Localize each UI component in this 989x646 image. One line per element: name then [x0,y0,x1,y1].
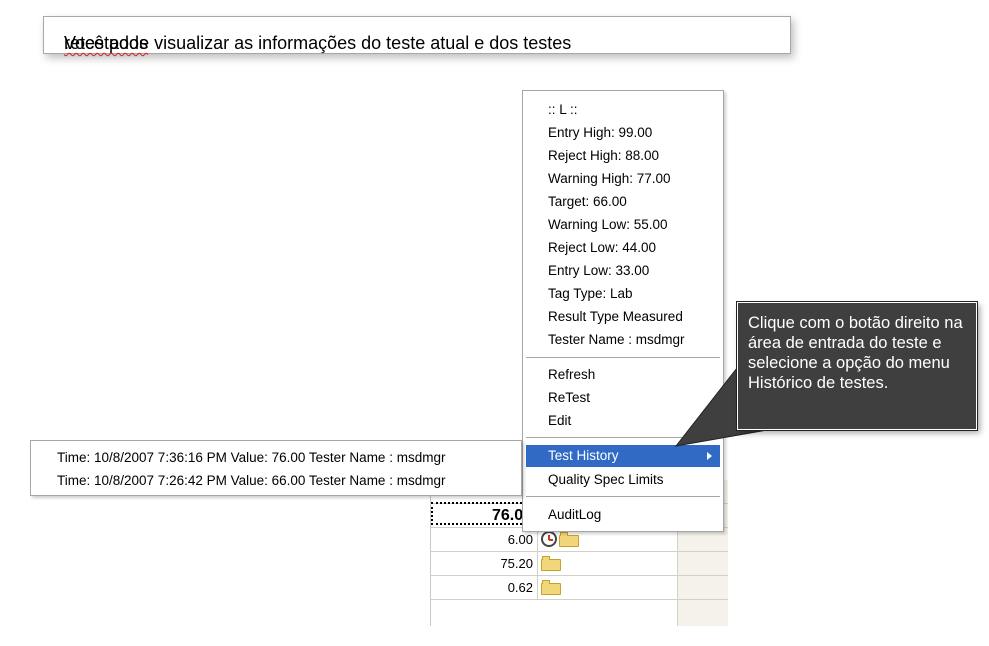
menu-item-label: Refresh [548,367,596,382]
menu-info-tag-type: Tag Type: Lab [548,286,633,301]
menu-item-label: AuditLog [548,507,602,522]
menu-info-result-type: Result Type Measured [548,309,683,324]
menu-item-auditlog[interactable]: AuditLog [526,504,720,526]
menu-info-target: Target: 66.00 [548,194,627,209]
menu-info-entry-high: Entry High: 99.00 [548,125,653,140]
menu-separator [526,437,720,438]
menu-info-warning-low: Warning Low: 55.00 [548,217,668,232]
grid-row-icons [541,578,561,598]
menu-info-reject-low: Reject Low: 44.00 [548,240,657,255]
menu-separator [526,496,720,497]
grid-value-cell[interactable]: 75.20 [431,552,538,575]
grid-row-icons [541,554,561,574]
menu-info-reject-high: Reject High: 88.00 [548,148,660,163]
banner-text-misspelled: retestados [64,33,149,53]
clock-icon[interactable] [541,531,557,547]
menu-item-label: Edit [548,413,572,428]
menu-item-quality-spec-limits[interactable]: Quality Spec Limits [526,469,720,491]
grid-row: 0.62 [431,576,728,600]
menu-item-label: Test History [548,448,619,463]
banner-text-end: . [64,33,70,53]
folder-icon[interactable] [541,556,561,571]
grid-value-cell[interactable]: 0.62 [431,576,538,599]
menu-item-label: Quality Spec Limits [548,472,664,487]
grid-row: 75.20 [431,552,728,576]
callout-text: Clique com o botão direito na área de en… [748,314,963,392]
menu-item-test-history[interactable]: Test History [526,445,720,467]
menu-item-retest[interactable]: ReTest [526,387,720,409]
menu-info-test-name: :: L :: [548,102,578,117]
instruction-callout: Clique com o botão direito na área de en… [736,301,978,431]
menu-item-edit[interactable]: Edit [526,410,720,432]
grid-row-icons [541,530,579,550]
history-entry[interactable]: Time: 10/8/2007 7:36:16 PM Value: 76.00 … [57,450,445,466]
instruction-banner: Você pode visualizar as informações do t… [43,16,791,54]
history-entry[interactable]: Time: 10/8/2007 7:26:42 PM Value: 66.00 … [57,473,445,489]
folder-icon[interactable] [559,532,579,547]
menu-item-label: ReTest [548,390,591,405]
submenu-arrow-icon [707,452,712,460]
test-history-submenu: Time: 10/8/2007 7:36:16 PM Value: 76.00 … [30,440,522,496]
menu-item-refresh[interactable]: Refresh [526,364,720,386]
menu-info-entry-low: Entry Low: 33.00 [548,263,650,278]
menu-info-tester-name: Tester Name : msdmgr [548,332,685,347]
test-context-menu: :: L :: Entry High: 99.00 Reject High: 8… [522,90,724,532]
menu-separator [526,357,720,358]
menu-info-warning-high: Warning High: 77.00 [548,171,671,186]
folder-icon[interactable] [541,580,561,595]
